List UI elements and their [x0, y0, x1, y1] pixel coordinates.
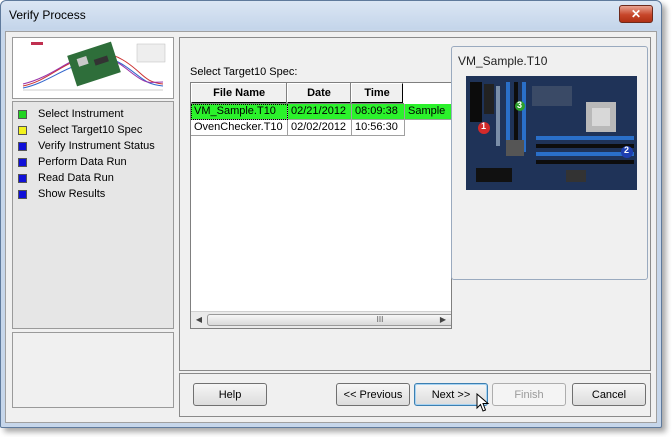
window-title: Verify Process	[9, 8, 86, 22]
verify-process-window: Verify Process ✕ Select Instrument Selec…	[0, 0, 662, 428]
close-icon: ✕	[630, 7, 642, 21]
help-button[interactable]: Help	[193, 383, 267, 406]
horizontal-scrollbar[interactable]: ◀ III ▶	[191, 311, 451, 328]
preview-panel: VM_Sample.T10 1 2 3	[451, 46, 648, 280]
marker-label-2: 2	[624, 145, 630, 155]
scroll-left-icon[interactable]: ◀	[193, 314, 205, 326]
column-header-time[interactable]: Time	[349, 83, 405, 104]
preview-title: VM_Sample.T10	[458, 54, 548, 68]
select-spec-label: Select Target10 Spec:	[190, 66, 298, 78]
finish-button[interactable]: Finish	[492, 383, 566, 406]
column-header-description[interactable]	[403, 83, 451, 103]
button-bar: Help << Previous Next >> Finish Cancel	[179, 373, 651, 417]
table-row[interactable]: OvenChecker.T10 02/02/2012 10:56:30	[191, 120, 451, 136]
step-verify-instrument-status: Verify Instrument Status	[13, 138, 173, 154]
step-show-results: Show Results	[13, 186, 173, 202]
step-label: Read Data Run	[38, 172, 114, 184]
cell-date: 02/21/2012	[288, 104, 352, 120]
step-status-indicator	[18, 141, 27, 151]
step-perform-data-run: Perform Data Run	[13, 154, 173, 170]
motherboard-graphic	[466, 76, 637, 190]
cell-description: Sample	[405, 104, 451, 120]
cell-date: 02/02/2012	[288, 120, 352, 136]
marker-label-1: 1	[481, 121, 487, 131]
column-header-file-name[interactable]: File Name	[191, 83, 289, 104]
marker-label-3: 3	[517, 100, 523, 110]
mouse-cursor-icon	[476, 393, 490, 412]
step-label: Select Instrument	[38, 108, 124, 120]
column-header-date[interactable]: Date	[286, 83, 352, 104]
step-select-target10-spec: Select Target10 Spec	[13, 122, 173, 138]
step-status-indicator	[18, 173, 27, 183]
step-label: Select Target10 Spec	[38, 124, 143, 136]
step-label: Perform Data Run	[38, 156, 127, 168]
scroll-right-icon[interactable]: ▶	[437, 314, 449, 326]
left-bottom-panel	[12, 332, 174, 408]
step-label: Show Results	[38, 188, 106, 200]
table-header: File Name Date Time	[191, 83, 451, 104]
process-thumbnail-image	[12, 37, 174, 99]
spec-file-table[interactable]: File Name Date Time VM_Sample.T10 02/21/…	[190, 82, 452, 329]
cancel-button[interactable]: Cancel	[572, 383, 646, 406]
close-button[interactable]: ✕	[619, 5, 653, 23]
cell-description	[405, 120, 451, 136]
cell-file-name: VM_Sample.T10	[191, 104, 288, 120]
step-status-indicator	[18, 189, 27, 199]
step-status-indicator	[18, 125, 27, 135]
step-label: Verify Instrument Status	[38, 140, 155, 152]
chart-thumbnail-graphic	[13, 38, 173, 98]
title-bar[interactable]: Verify Process ✕	[1, 1, 661, 29]
dialog-client-area: Select Instrument Select Target10 Spec V…	[5, 31, 657, 423]
table-row[interactable]: VM_Sample.T10 02/21/2012 08:09:38 Sample	[191, 104, 451, 120]
step-read-data-run: Read Data Run	[13, 170, 173, 186]
previous-button[interactable]: << Previous	[336, 383, 410, 406]
scrollbar-grip: III	[376, 315, 384, 324]
step-select-instrument: Select Instrument	[13, 106, 173, 122]
process-steps-list: Select Instrument Select Target10 Spec V…	[12, 101, 174, 329]
cell-file-name: OvenChecker.T10	[191, 120, 288, 136]
cell-time: 08:09:38	[352, 104, 405, 120]
step-status-indicator	[18, 157, 27, 167]
cell-time: 10:56:30	[352, 120, 405, 136]
scrollbar-thumb[interactable]: III	[207, 314, 451, 326]
main-content-panel: Select Target10 Spec: File Name Date Tim…	[179, 37, 651, 371]
motherboard-preview-image: 1 2 3	[466, 76, 637, 190]
step-status-indicator	[18, 109, 27, 119]
